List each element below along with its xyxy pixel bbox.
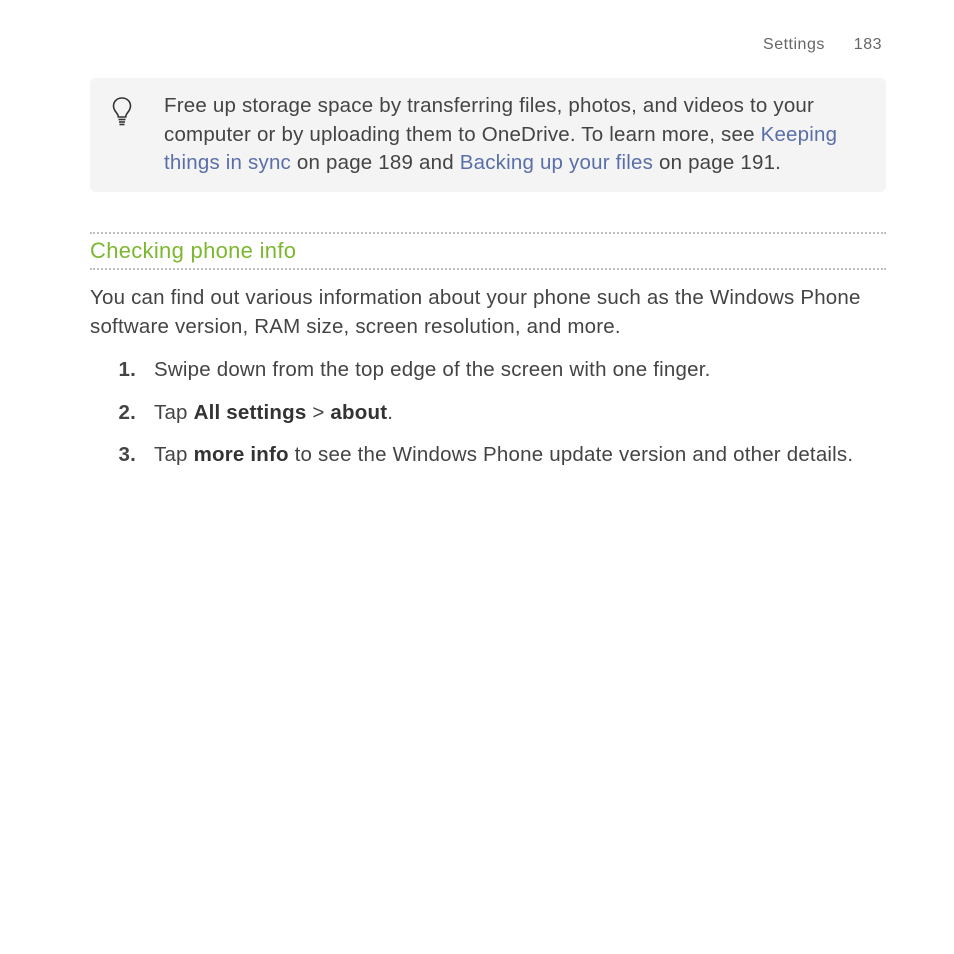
tip-text: Free up storage space by transferring fi… xyxy=(164,92,866,178)
t: Tap xyxy=(154,443,194,466)
t: . xyxy=(387,401,393,424)
t: > xyxy=(306,401,330,424)
step-number: 1. xyxy=(90,356,154,385)
tip-text-part2: on page 189 and xyxy=(291,151,460,174)
steps-list: 1. Swipe down from the top edge of the s… xyxy=(90,356,886,484)
header-section: Settings xyxy=(763,36,825,53)
link-backing-up-your-files[interactable]: Backing up your files xyxy=(460,151,653,174)
step-text: Tap more info to see the Windows Phone u… xyxy=(154,441,886,470)
divider-bottom xyxy=(90,268,886,270)
bold-about: about xyxy=(330,401,387,424)
intro-paragraph: You can find out various information abo… xyxy=(90,284,886,341)
bold-all-settings: All settings xyxy=(194,401,307,424)
bold-more-info: more info xyxy=(194,443,289,466)
tip-text-part3: on page 191. xyxy=(653,151,781,174)
step-3: 3. Tap more info to see the Windows Phon… xyxy=(90,441,886,470)
step-1: 1. Swipe down from the top edge of the s… xyxy=(90,356,886,385)
t: Tap xyxy=(154,401,194,424)
header-page-number: 183 xyxy=(854,36,882,53)
step-number: 2. xyxy=(90,399,154,428)
tip-text-part1: Free up storage space by transferring fi… xyxy=(164,94,814,146)
page-header: Settings 183 xyxy=(763,36,882,54)
step-text: Swipe down from the top edge of the scre… xyxy=(154,356,886,385)
lightbulb-icon xyxy=(110,96,150,134)
section-heading-wrap: Checking phone info xyxy=(90,232,886,270)
step-text: Tap All settings > about. xyxy=(154,399,886,428)
step-number: 3. xyxy=(90,441,154,470)
tip-callout: Free up storage space by transferring fi… xyxy=(90,78,886,192)
section-heading: Checking phone info xyxy=(90,234,886,268)
step-2: 2. Tap All settings > about. xyxy=(90,399,886,428)
t: to see the Windows Phone update version … xyxy=(289,443,854,466)
